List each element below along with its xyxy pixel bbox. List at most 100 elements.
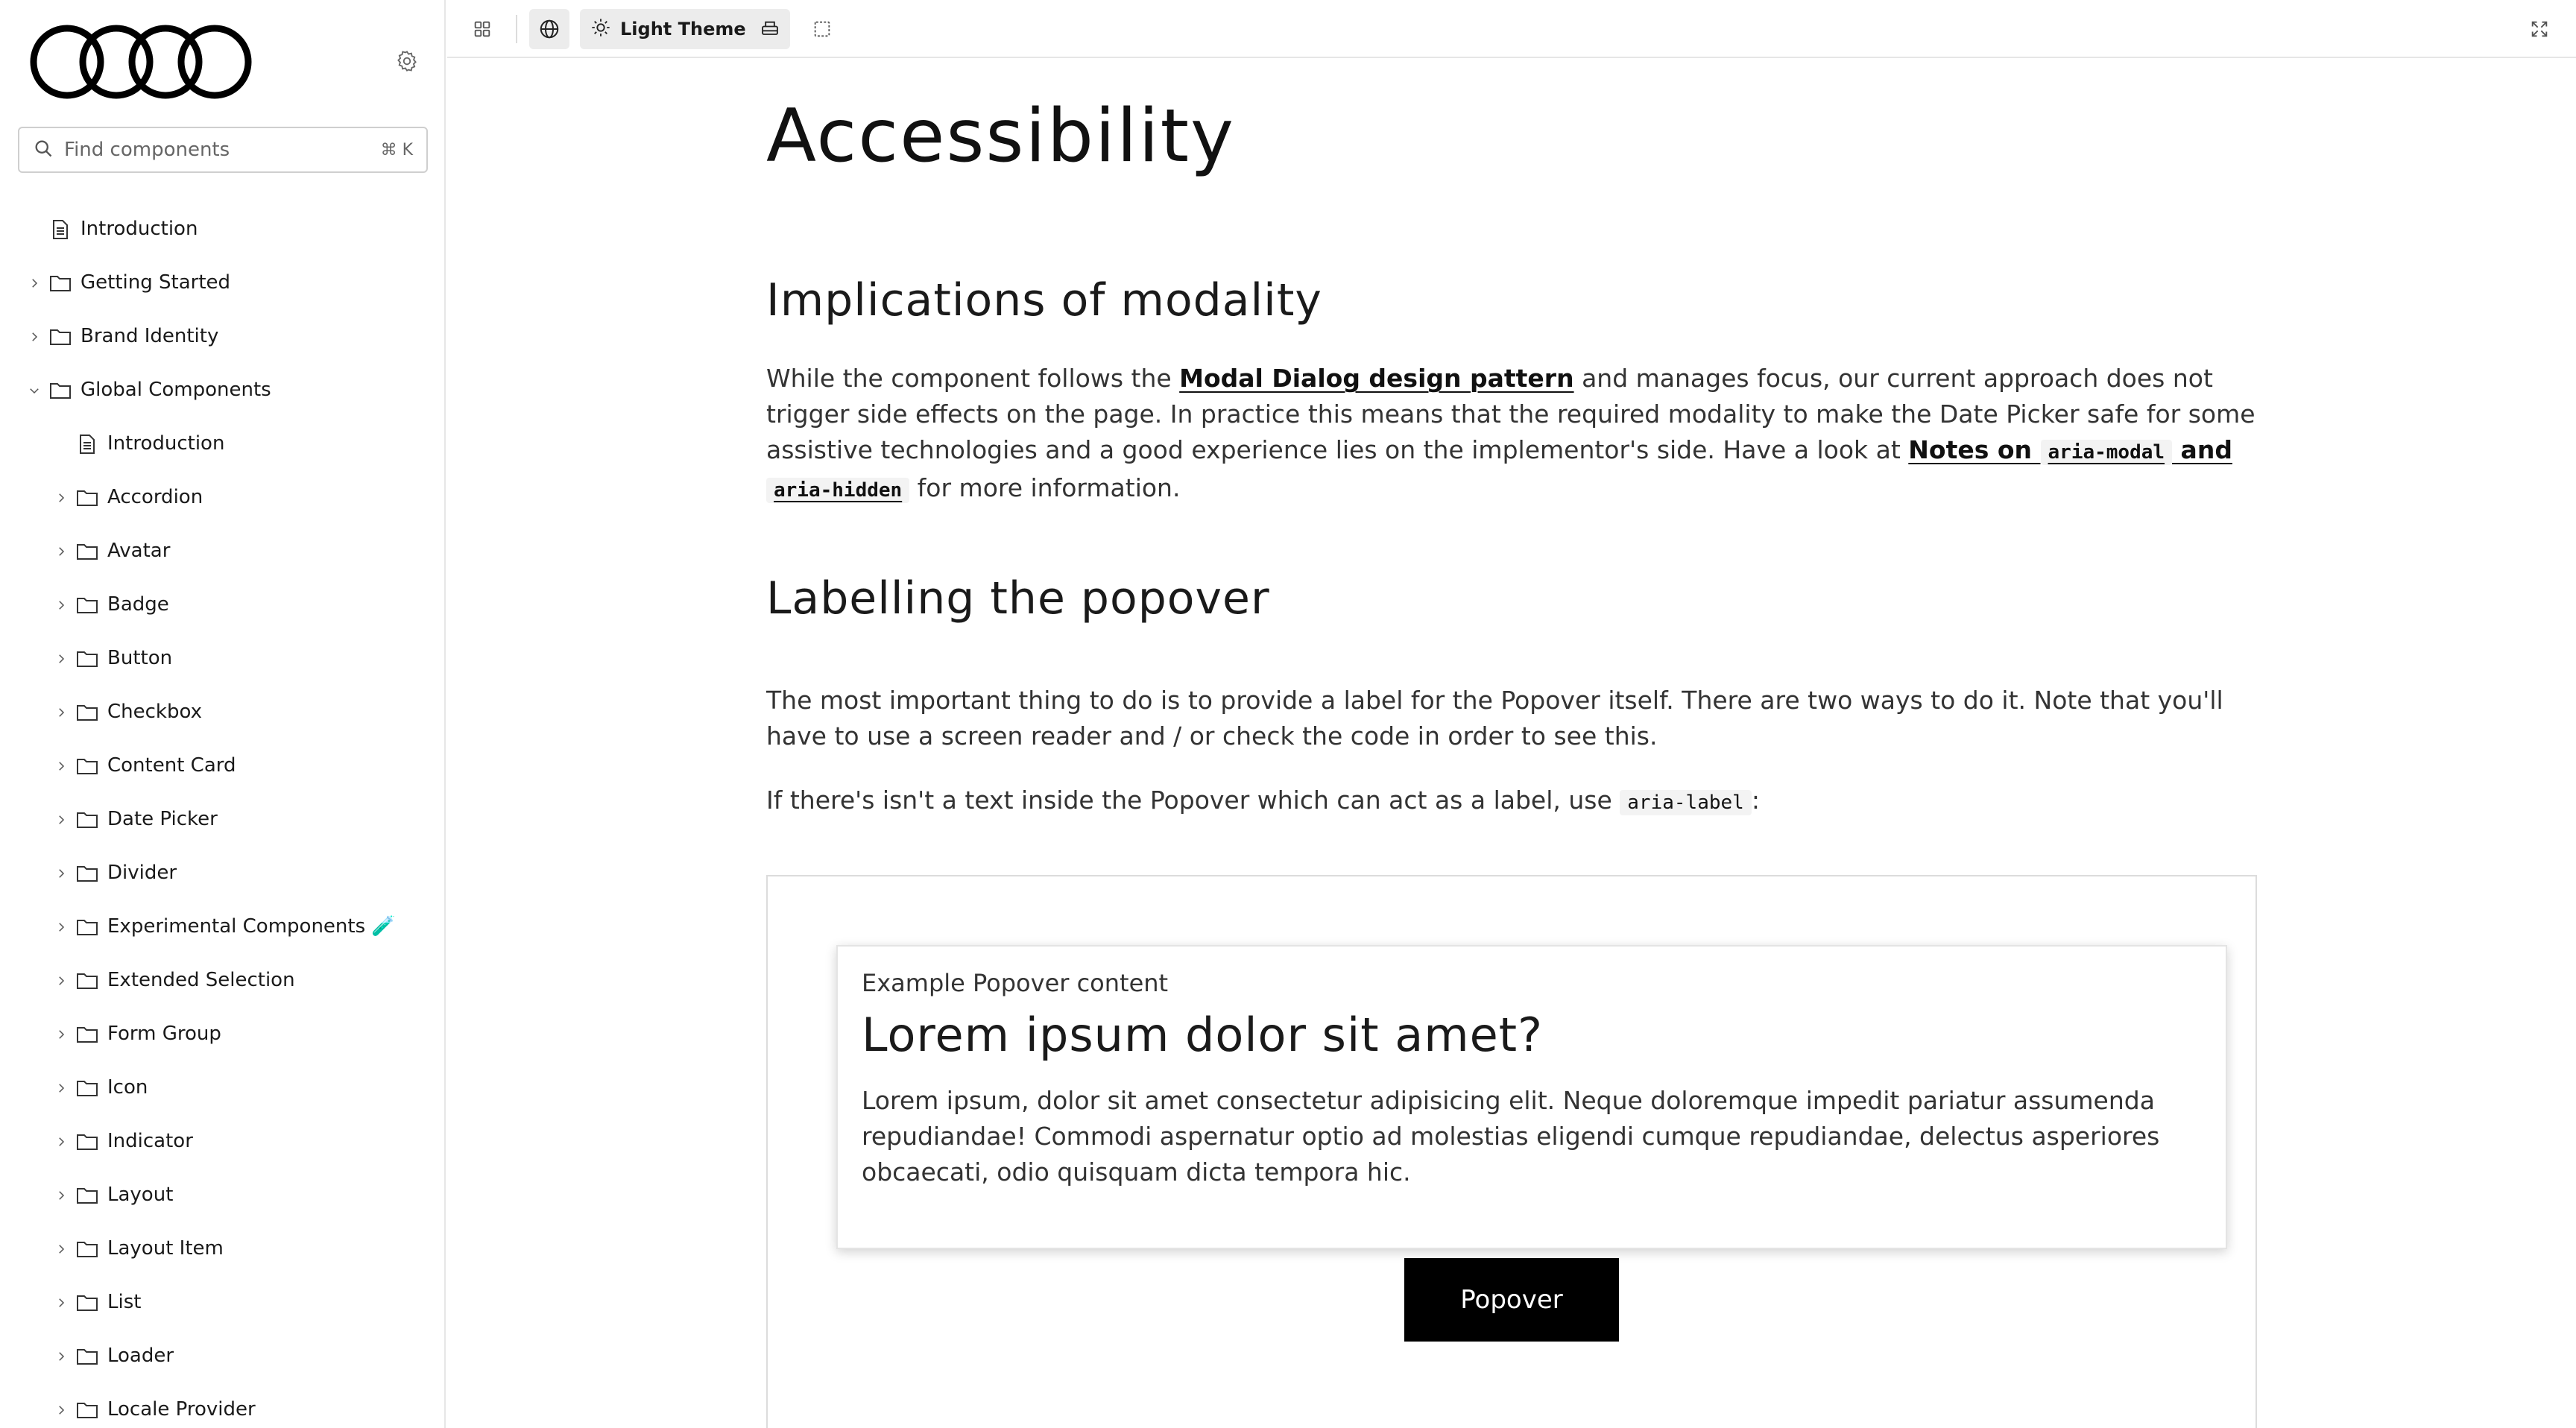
sidebar-item-label: Layout: [107, 1184, 174, 1206]
sidebar-item-button[interactable]: Button: [0, 632, 444, 686]
sidebar-item-layout-item[interactable]: Layout Item: [0, 1222, 444, 1276]
sidebar-item-label: Indicator: [107, 1130, 193, 1152]
fullscreen-icon[interactable]: [2519, 9, 2560, 49]
labelling-paragraph: The most important thing to do is to pro…: [766, 686, 2223, 751]
search-icon: [33, 138, 54, 162]
printer-icon[interactable]: [750, 9, 790, 49]
sidebar-item-label: Getting Started: [80, 271, 231, 294]
chevron-right-icon[interactable]: [27, 329, 42, 344]
frame-icon[interactable]: [802, 9, 842, 49]
search-input[interactable]: [64, 139, 381, 161]
sidebar-item-label: Button: [107, 647, 173, 669]
chevron-right-icon[interactable]: [54, 812, 69, 827]
folder-icon: [76, 488, 98, 508]
chevron-right-icon[interactable]: [54, 920, 69, 935]
chevron-right-icon[interactable]: [54, 705, 69, 720]
sidebar-item-label: Divider: [107, 862, 177, 884]
four-rings-logo[interactable]: [28, 21, 255, 103]
sidebar-item-content-card[interactable]: Content Card: [0, 739, 444, 793]
chevron-right-icon[interactable]: [54, 1349, 69, 1364]
sidebar-item-label: Checkbox: [107, 701, 202, 723]
chevron-right-icon[interactable]: [54, 1295, 69, 1310]
popover-button[interactable]: Popover: [1404, 1258, 1619, 1342]
folder-icon: [76, 1239, 98, 1259]
sidebar-item-label: List: [107, 1291, 142, 1313]
chevron-down-icon[interactable]: [27, 383, 42, 398]
sidebar-item-icon[interactable]: Icon: [0, 1061, 444, 1115]
document-icon: [49, 220, 72, 239]
toolbar: Light Theme: [447, 0, 2576, 58]
chevron-right-icon[interactable]: [54, 1403, 69, 1418]
chevron-right-icon[interactable]: [27, 276, 42, 291]
popover-panel: Example Popover content Lorem ipsum dolo…: [836, 945, 2227, 1249]
chevron-right-icon[interactable]: [54, 1081, 69, 1096]
sidebar-item-brand-identity[interactable]: Brand Identity: [0, 310, 444, 364]
sidebar-item-locale-provider[interactable]: Locale Provider: [0, 1383, 444, 1428]
sidebar: ⌘ K Introduction Getting Started Brand Ide…: [0, 0, 446, 1428]
chevron-right-icon[interactable]: [54, 651, 69, 666]
chevron-right-icon[interactable]: [54, 1134, 69, 1149]
gear-icon[interactable]: [394, 48, 420, 75]
theme-label: Light Theme: [620, 19, 746, 40]
theme-button[interactable]: Light Theme: [580, 9, 757, 49]
sidebar-item-list[interactable]: List: [0, 1276, 444, 1330]
folder-icon: [76, 1025, 98, 1044]
page-title: Accessibility: [766, 94, 1236, 179]
text-run: :: [1751, 786, 1760, 815]
sidebar-item-label: Brand Identity: [80, 325, 219, 347]
sidebar-item-label: Introduction: [107, 432, 225, 455]
chevron-right-icon[interactable]: [54, 544, 69, 559]
code-aria-hidden: aria-hidden: [766, 478, 910, 503]
modal-dialog-pattern-link[interactable]: Modal Dialog design pattern: [1179, 364, 1573, 393]
sidebar-item-checkbox[interactable]: Checkbox: [0, 686, 444, 739]
sidebar-item-label: Global Components: [80, 379, 271, 401]
sidebar-item-label: Icon: [107, 1076, 148, 1099]
sidebar-item-label: Loader: [107, 1345, 174, 1367]
grid-icon[interactable]: [462, 9, 502, 49]
chevron-right-icon[interactable]: [54, 598, 69, 613]
popover-heading: Lorem ipsum dolor sit amet?: [862, 1008, 1543, 1062]
app-window: ⌘ K Introduction Getting Started Brand Ide…: [0, 0, 2576, 1428]
link-text: Notes on: [1908, 435, 2041, 464]
sidebar-item-divider[interactable]: Divider: [0, 847, 444, 900]
sidebar-item-badge[interactable]: Badge: [0, 578, 444, 632]
folder-icon: [76, 917, 98, 937]
sidebar-item-indicator[interactable]: Indicator: [0, 1115, 444, 1169]
popover-caption: Example Popover content: [862, 969, 1169, 997]
chevron-right-icon[interactable]: [54, 866, 69, 881]
document-icon: [76, 435, 98, 454]
sidebar-item-accordion[interactable]: Accordion: [0, 471, 444, 525]
sidebar-item-label: Badge: [107, 593, 169, 616]
sidebar-item-label: Date Picker: [107, 808, 218, 830]
chevron-right-icon[interactable]: [54, 1188, 69, 1203]
chevron-right-icon[interactable]: [54, 490, 69, 505]
search-shortcut: ⌘ K: [380, 140, 413, 159]
folder-icon: [49, 327, 72, 347]
sidebar-item-introduction[interactable]: Introduction: [0, 203, 444, 256]
sidebar-item-avatar[interactable]: Avatar: [0, 525, 444, 578]
sidebar-item-form-group[interactable]: Form Group: [0, 1008, 444, 1061]
folder-icon: [49, 381, 72, 400]
sidebar-nav: Introduction Getting Started Brand Identit…: [0, 203, 444, 1428]
folder-icon: [49, 274, 72, 293]
search-box[interactable]: ⌘ K: [18, 127, 428, 173]
sidebar-item-extended-selection[interactable]: Extended Selection: [0, 954, 444, 1008]
chevron-right-icon[interactable]: [54, 1242, 69, 1257]
aria-label-paragraph: If there's isn't a text inside the Popov…: [766, 783, 2257, 821]
sidebar-item-global-components[interactable]: Global Components: [0, 364, 444, 417]
sidebar-item-layout[interactable]: Layout: [0, 1169, 444, 1222]
folder-icon: [76, 542, 98, 561]
chevron-right-icon[interactable]: [54, 1027, 69, 1042]
sidebar-item-introduction[interactable]: Introduction: [0, 417, 444, 471]
folder-icon: [76, 703, 98, 722]
sidebar-item-experimental-components[interactable]: Experimental Components 🧪: [0, 900, 444, 954]
folder-icon: [76, 971, 98, 991]
folder-icon: [76, 1347, 98, 1366]
folder-icon: [76, 595, 98, 615]
chevron-right-icon[interactable]: [54, 759, 69, 774]
globe-icon[interactable]: [529, 9, 569, 49]
sidebar-item-date-picker[interactable]: Date Picker: [0, 793, 444, 847]
sidebar-item-loader[interactable]: Loader: [0, 1330, 444, 1383]
chevron-right-icon[interactable]: [54, 973, 69, 988]
sidebar-item-getting-started[interactable]: Getting Started: [0, 256, 444, 310]
